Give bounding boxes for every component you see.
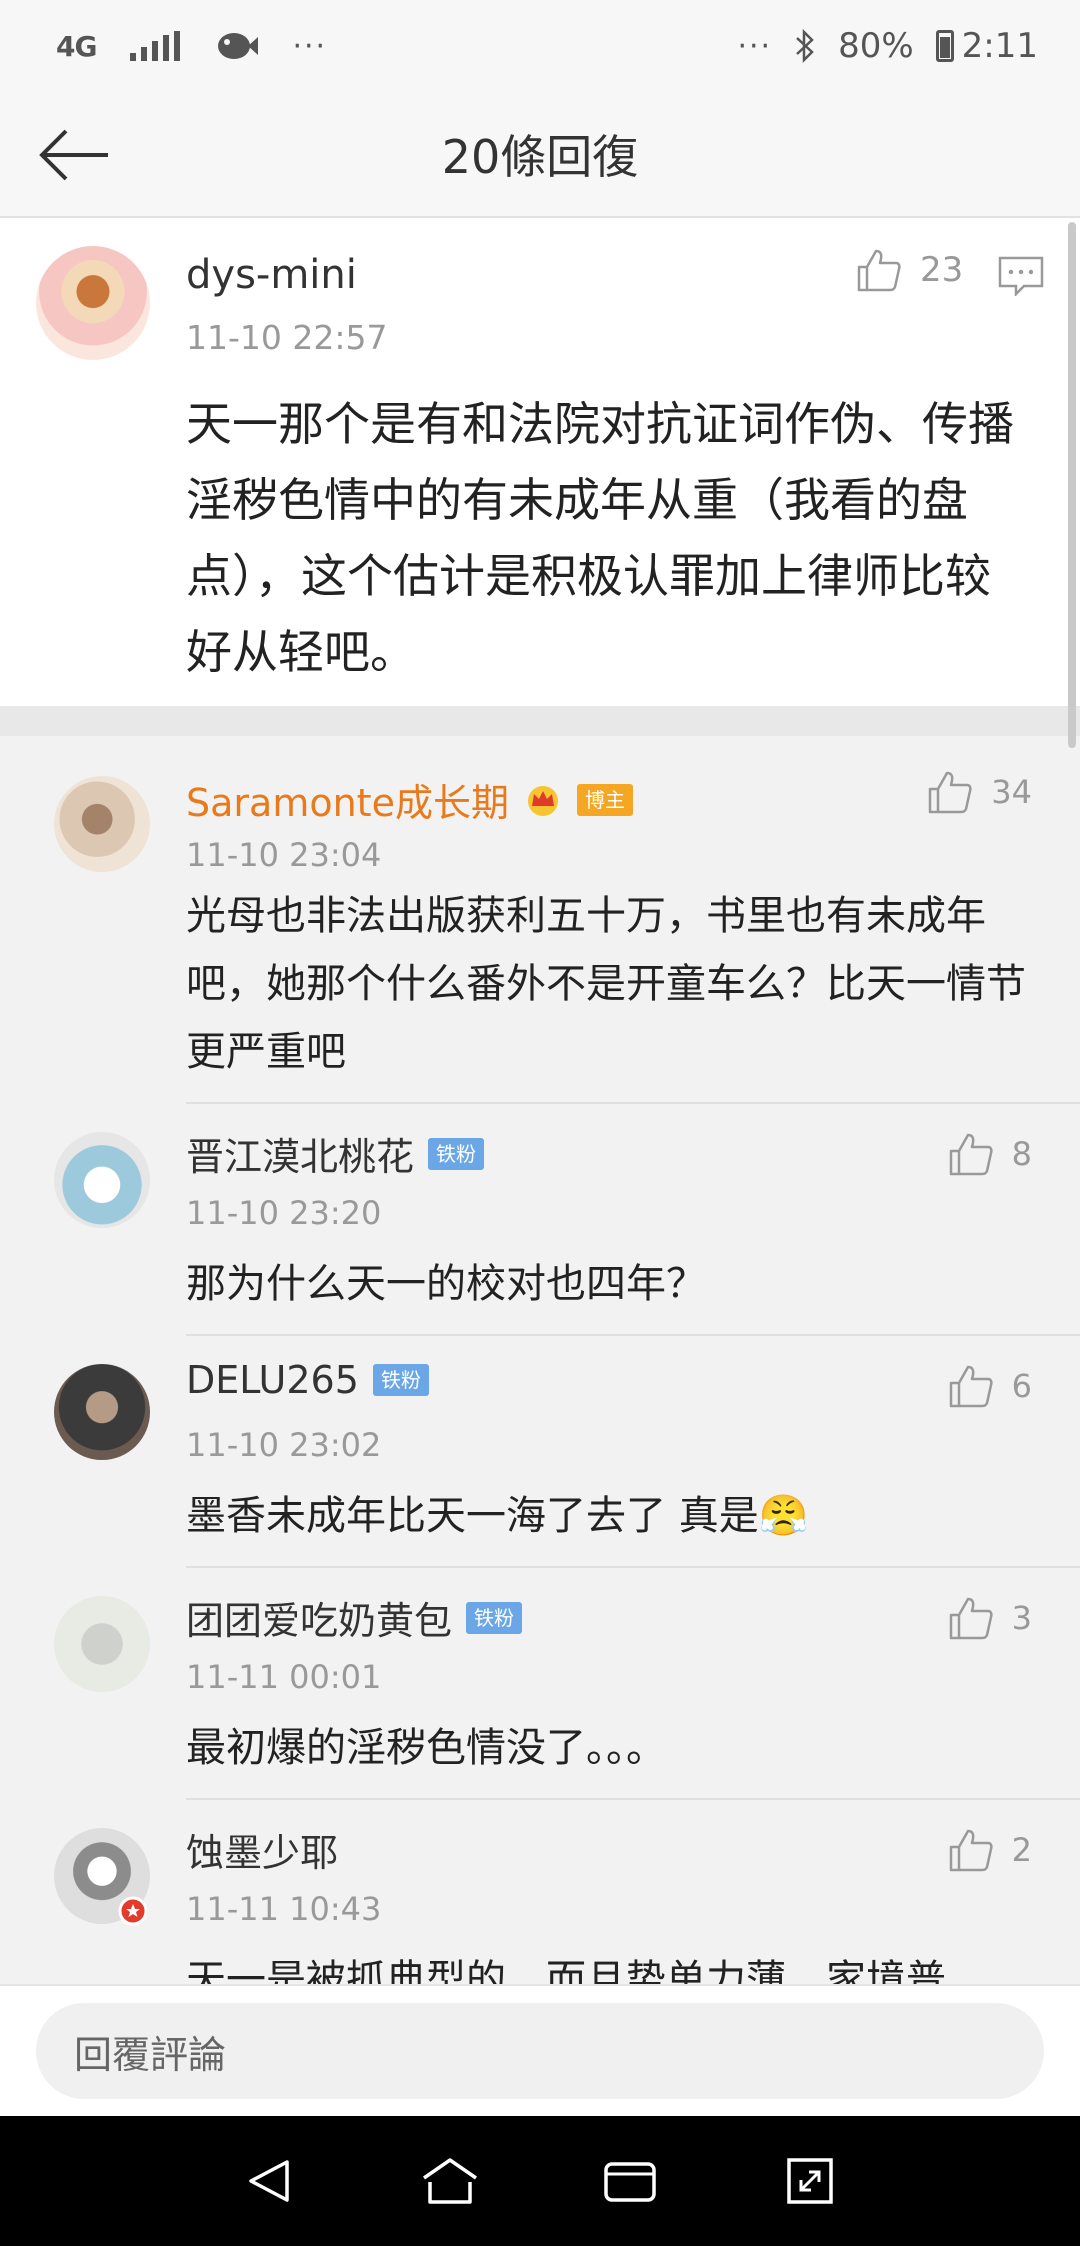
reply-item: Saramonte成长期 博主 11-10 23:04 34 光母也非法出版获利… <box>0 736 1080 1104</box>
reply-author[interactable]: DELU265 <box>186 1358 359 1402</box>
reply-time: 11-10 23:04 <box>186 836 382 874</box>
notification-dots: ··· <box>292 28 328 64</box>
like-count: 6 <box>1011 1367 1032 1405</box>
arrow-left-icon <box>39 129 108 181</box>
reply-author[interactable]: 团团爱吃奶黄包 <box>186 1590 452 1645</box>
section-divider <box>0 706 1080 736</box>
reply-text: 光母也非法出版获利五十万，书里也有未成年吧，她那个什么番外不是开童车么？比天一情… <box>186 893 1026 1075</box>
nav-expand-button[interactable] <box>775 2146 845 2216</box>
reply-input-bar: 回覆評論 <box>0 1984 1080 2116</box>
battery-percent: 80% <box>838 26 914 66</box>
thumbs-up-icon <box>857 249 901 292</box>
reply-text: 天一是被抓典型的，而且势单力薄，家境普 <box>186 1957 946 1984</box>
comment-author[interactable]: dys-mini <box>186 252 357 298</box>
reply-text: 墨香未成年比天一海了去了 真是😤 <box>186 1493 809 1539</box>
like-count: 23 <box>920 250 964 290</box>
comment-time: 11-10 22:57 <box>186 318 388 357</box>
reply-item: 团团爱吃奶黄包 铁粉 11-11 00:01 3 最初爆的淫秽色情没了。。。 <box>0 1568 1080 1800</box>
fan-badge: 铁粉 <box>466 1601 523 1634</box>
fan-badge: 铁粉 <box>372 1364 429 1396</box>
status-bar: 4G ··· ··· 80% 2:11 <box>0 0 1080 92</box>
like-count: 8 <box>1011 1135 1032 1173</box>
fish-icon <box>218 33 259 59</box>
comment-icon <box>998 256 1044 298</box>
avatar[interactable] <box>54 1364 150 1460</box>
main-comment: dys-mini 11-10 22:57 23 天一那个是有和法院对抗证词作伪、… <box>0 218 1080 706</box>
like-button[interactable]: 34 <box>927 770 1032 814</box>
crown-icon <box>527 785 558 816</box>
reply-author[interactable]: 蚀墨少耶 <box>186 1822 338 1877</box>
fan-badge: 铁粉 <box>428 1137 485 1170</box>
status-dots: ··· <box>737 28 773 64</box>
system-nav-bar <box>0 2116 1080 2246</box>
thumbs-up-icon <box>949 1133 993 1176</box>
scrollbar[interactable] <box>1068 222 1076 748</box>
thumbs-up-icon <box>929 771 972 814</box>
like-button[interactable]: 2 <box>948 1828 1032 1872</box>
reply-author[interactable]: 晋江漠北桃花 <box>186 1126 414 1181</box>
reply-text: 那为什么天一的校对也四年？ <box>186 1261 706 1307</box>
like-count: 3 <box>1011 1599 1032 1637</box>
like-button[interactable]: 6 <box>948 1364 1032 1408</box>
triangle-back-icon <box>249 2160 289 2202</box>
reply-button[interactable] <box>998 256 1044 300</box>
comment-thread[interactable]: dys-mini 11-10 22:57 23 天一那个是有和法院对抗证词作伪、… <box>0 218 1080 1984</box>
comment-text: 天一那个是有和法院对抗证词作伪、传播淫秽色情中的有未成年从重（我看的盘点），这个… <box>186 397 1014 679</box>
avatar[interactable] <box>36 246 150 360</box>
app-header: 20條回復 <box>0 92 1080 218</box>
avatar[interactable] <box>54 1132 150 1228</box>
network-indicator: 4G <box>56 29 97 63</box>
nav-home-button[interactable] <box>415 2146 485 2216</box>
reply-item: 晋江漠北桃花 铁粉 11-10 23:20 8 那为什么天一的校对也四年？ <box>0 1104 1080 1336</box>
battery-icon <box>935 30 954 62</box>
blogger-badge: 博主 <box>576 783 633 816</box>
recents-icon <box>604 2162 656 2202</box>
nav-back-button[interactable] <box>235 2146 305 2216</box>
like-button[interactable]: 3 <box>948 1596 1032 1640</box>
avatar[interactable] <box>54 776 150 872</box>
clock: 2:11 <box>961 26 1038 66</box>
like-button[interactable]: 23 <box>856 248 963 292</box>
reply-time: 11-10 23:02 <box>186 1426 382 1464</box>
reply-time: 11-11 10:43 <box>186 1890 382 1928</box>
signal-icon <box>130 31 181 61</box>
verified-badge-icon <box>118 1896 148 1926</box>
thumbs-up-icon <box>949 1365 993 1408</box>
reply-input[interactable]: 回覆評論 <box>36 2003 1044 2099</box>
reply-time: 11-11 00:01 <box>186 1658 382 1696</box>
page-title: 20條回復 <box>441 130 639 184</box>
reply-text: 最初爆的淫秽色情没了。。。 <box>186 1725 666 1771</box>
thumbs-up-icon <box>949 1829 993 1872</box>
like-button[interactable]: 8 <box>948 1132 1032 1176</box>
avatar[interactable] <box>54 1596 150 1692</box>
like-count: 34 <box>991 773 1032 811</box>
reply-time: 11-10 23:20 <box>186 1194 382 1232</box>
reply-item: DELU265 铁粉 11-10 23:02 6 墨香未成年比天一海了去了 真是… <box>0 1336 1080 1568</box>
thumbs-up-icon <box>949 1597 993 1640</box>
home-icon <box>423 2158 477 2204</box>
like-count: 2 <box>1011 1831 1032 1869</box>
expand-icon <box>787 2158 833 2204</box>
bluetooth-icon <box>796 28 814 64</box>
nav-recents-button[interactable] <box>595 2146 665 2216</box>
back-button[interactable] <box>36 120 126 190</box>
reply-author[interactable]: Saramonte成长期 <box>186 772 509 827</box>
reply-item: 蚀墨少耶 11-11 10:43 2 天一是被抓典型的，而且势单力薄，家境普 <box>0 1800 1080 1984</box>
